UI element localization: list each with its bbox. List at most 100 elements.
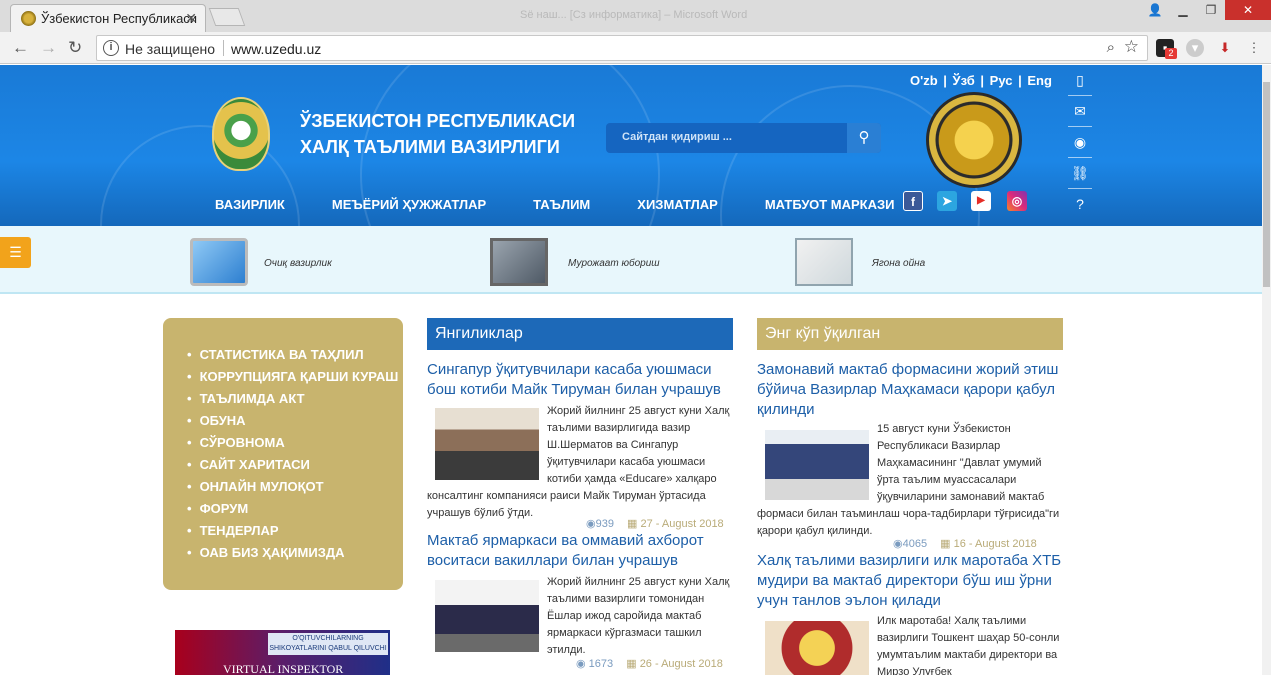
float-spacer xyxy=(757,613,877,675)
quick-link-label: Мурожаат юбориш xyxy=(568,258,660,269)
monitor-icon xyxy=(190,238,248,286)
menu-kebab-icon[interactable]: ⋮ xyxy=(1245,39,1263,57)
feedback-tab-icon[interactable]: ☰ xyxy=(0,237,31,268)
views-eye-icon: ◉ xyxy=(893,538,903,550)
close-window-button[interactable]: ✕ xyxy=(1225,0,1271,20)
menu-item-ministry[interactable]: ВАЗИРЛИК xyxy=(215,197,285,212)
extension-icon[interactable]: ▪2 xyxy=(1156,39,1177,59)
instagram-icon[interactable]: ◎ xyxy=(1007,191,1027,211)
virtual-inspector-banner[interactable]: O'QITUVCHILARNING SHIKOYATLARINI QABUL Q… xyxy=(175,630,390,676)
mail-monitor-icon xyxy=(490,238,548,286)
news-item-body: Жорий йилнинг 25 август куни Халқ таълим… xyxy=(427,403,733,522)
quick-link-label: Ягона ойна xyxy=(872,258,926,269)
ministry-seal-logo xyxy=(926,92,1022,188)
sidebar-item-subscription[interactable]: ОБУНА xyxy=(187,410,398,432)
sidebar-item-sitemap[interactable]: САЙТ ХАРИТАСИ xyxy=(187,454,398,476)
back-arrow-icon[interactable]: ← xyxy=(12,38,29,58)
info-icon[interactable]: i xyxy=(103,40,119,56)
menu-item-education[interactable]: ТАЪЛИМ xyxy=(533,197,590,212)
calendar-icon: ▦ xyxy=(940,538,951,550)
window-controls: 👤 ▁ ❐ ✕ xyxy=(1141,0,1271,20)
views-eye-icon: ◉ xyxy=(576,658,586,670)
reload-icon[interactable]: ↻ xyxy=(68,38,82,58)
minimize-button[interactable]: ▁ xyxy=(1169,0,1197,20)
popular-heading[interactable]: Энг кўп ўқилган xyxy=(757,318,1063,350)
popular-item-text: Илк маротаба! Халқ таълими вазирлиги Тош… xyxy=(877,615,1060,675)
url-field[interactable]: i Не защищено www.uzedu.uz ⌕ ☆ xyxy=(96,35,1148,61)
forward-arrow-icon[interactable]: → xyxy=(40,38,57,58)
link-icon[interactable]: ⛓ xyxy=(1068,158,1092,189)
close-tab-icon[interactable]: ✕ xyxy=(185,10,197,27)
popular-item-title[interactable]: Халқ таълими вазирлиги илк маротаба ХТБ … xyxy=(757,551,1063,611)
new-tab-button[interactable] xyxy=(208,8,246,26)
state-emblem-logo[interactable] xyxy=(212,97,270,171)
url-separator xyxy=(223,40,224,56)
lang-oz-cyrillic[interactable]: Ўзб xyxy=(953,73,975,88)
lang-ru[interactable]: Рус xyxy=(990,73,1013,88)
browser-tab-strip: Ўзбекистон Республикаси ✕ Ѕё наш... [Сз … xyxy=(0,0,1271,32)
search-icon[interactable]: ⚲ xyxy=(847,123,881,153)
facebook-icon[interactable]: f xyxy=(903,191,923,211)
popular-item-title[interactable]: Замонавий мактаб формасини жорий этиш бў… xyxy=(757,360,1063,420)
news-item-meta: ◉ 1673 ▦ 26 - August 2018 xyxy=(576,657,723,670)
zoom-icon[interactable]: ⌕ xyxy=(1107,39,1115,56)
extension-circle-icon[interactable]: ▾ xyxy=(1186,39,1204,57)
window-title: Ѕё наш... [Сз информатика] – Microsoft W… xyxy=(520,9,748,21)
ministry-title[interactable]: ЎЗБЕКИСТОН РЕСПУБЛИКАСИ ХАЛҚ ТАЪЛИМИ ВАЗ… xyxy=(300,108,575,160)
sidebar-item-ict[interactable]: ТАЪЛИМДА АКТ xyxy=(187,388,398,410)
popular-item-body: Илк маротаба! Халқ таълими вазирлиги Тош… xyxy=(757,613,1063,675)
security-label[interactable]: Не защищено xyxy=(125,41,215,57)
sidebar-item-tenders[interactable]: ТЕНДЕРЛАР xyxy=(187,520,398,542)
mobile-icon[interactable]: ▯ xyxy=(1068,65,1092,96)
sidebar-item-media-about-us[interactable]: ОАВ БИЗ ҲАҚИМИЗДА xyxy=(187,542,398,564)
page-scrollbar[interactable] xyxy=(1262,65,1271,675)
scrollbar-thumb[interactable] xyxy=(1263,82,1270,287)
tab-title: Ўзбекистон Республикаси xyxy=(41,11,198,26)
site-search[interactable]: Сайтдан қидириш ... ⚲ xyxy=(606,123,881,153)
news-date: 27 - August 2018 xyxy=(640,518,724,530)
news-item-body: Жорий йилнинг 25 август куни Халқ таълим… xyxy=(427,574,733,659)
lang-en[interactable]: Eng xyxy=(1027,73,1052,88)
views-count: 4065 xyxy=(902,538,928,550)
mail-icon[interactable]: ✉ xyxy=(1068,96,1092,127)
browser-tab[interactable]: Ўзбекистон Республикаси ✕ xyxy=(10,4,206,32)
bookmark-star-icon[interactable]: ☆ xyxy=(1124,37,1139,57)
menu-item-press-center[interactable]: МАТБУОТ МАРКАЗИ xyxy=(765,197,895,212)
help-icon[interactable]: ? xyxy=(1068,189,1092,220)
lang-oz-latin[interactable]: O'zb xyxy=(910,73,938,88)
sidebar-item-statistics[interactable]: СТАТИСТИКА ВА ТАҲЛИЛ xyxy=(187,344,398,366)
menu-item-services[interactable]: ХИЗМАТЛАР xyxy=(637,197,718,212)
news-item-title[interactable]: Мактаб ярмаркаси ва оммавий ахборот воси… xyxy=(427,531,733,571)
views-count: 1673 xyxy=(588,658,614,670)
news-date: 26 - August 2018 xyxy=(639,658,723,670)
popular-item-meta: ◉4065 ▦ 16 - August 2018 xyxy=(893,537,1037,550)
ministry-title-line1: ЎЗБЕКИСТОН РЕСПУБЛИКАСИ xyxy=(300,111,576,131)
news-item-text: Жорий йилнинг 25 август куни Халқ таълим… xyxy=(547,576,730,656)
menu-item-regulations[interactable]: МЕЪЁРИЙ ҲУЖЖАТЛАР xyxy=(332,197,486,212)
news-item-title[interactable]: Сингапур ўқитувчилари касаба уюшмаси бош… xyxy=(427,360,733,400)
telegram-icon[interactable]: ➤ xyxy=(937,191,957,211)
user-icon[interactable]: 👤 xyxy=(1141,0,1169,20)
ministry-title-line2: ХАЛҚ ТАЪЛИМИ ВАЗИРЛИГИ xyxy=(300,137,560,157)
popular-date: 16 - August 2018 xyxy=(953,538,1037,550)
extension-badge: 2 xyxy=(1165,48,1177,59)
left-sidebar-menu: СТАТИСТИКА ВА ТАҲЛИЛ КОРРУПЦИЯГА ҚАРШИ К… xyxy=(163,318,403,590)
float-spacer xyxy=(427,403,547,483)
views-eye-icon: ◉ xyxy=(586,518,596,530)
site-favicon-icon xyxy=(21,11,36,26)
eye-icon[interactable]: ◉ xyxy=(1068,127,1092,158)
news-heading[interactable]: Янгиликлар xyxy=(427,318,733,350)
youtube-icon[interactable]: ▶ xyxy=(971,191,991,211)
sidebar-item-survey[interactable]: СЎРОВНОМА xyxy=(187,432,398,454)
side-icon-bar: ▯ ✉ ◉ ⛓ ? xyxy=(1068,65,1092,220)
search-input[interactable]: Сайтдан қидириш ... xyxy=(622,131,732,143)
sidebar-item-forum[interactable]: ФОРУМ xyxy=(187,498,398,520)
news-item-meta: ◉939 ▦ 27 - August 2018 xyxy=(586,517,724,530)
sidebar-item-online-chat[interactable]: ОНЛАЙН МУЛОҚОТ xyxy=(187,476,398,498)
url-text[interactable]: www.uzedu.uz xyxy=(231,41,321,57)
maximize-button[interactable]: ❐ xyxy=(1197,0,1225,20)
download-extension-icon[interactable]: ⬇ xyxy=(1216,39,1234,57)
site-header: ЎЗБЕКИСТОН РЕСПУБЛИКАСИ ХАЛҚ ТАЪЛИМИ ВАЗ… xyxy=(0,65,1262,226)
sidebar-item-anticorruption[interactable]: КОРРУПЦИЯГА ҚАРШИ КУРАШ xyxy=(187,366,399,388)
main-menu: ВАЗИРЛИК МЕЪЁРИЙ ҲУЖЖАТЛАР ТАЪЛИМ ХИЗМАТ… xyxy=(215,197,941,212)
